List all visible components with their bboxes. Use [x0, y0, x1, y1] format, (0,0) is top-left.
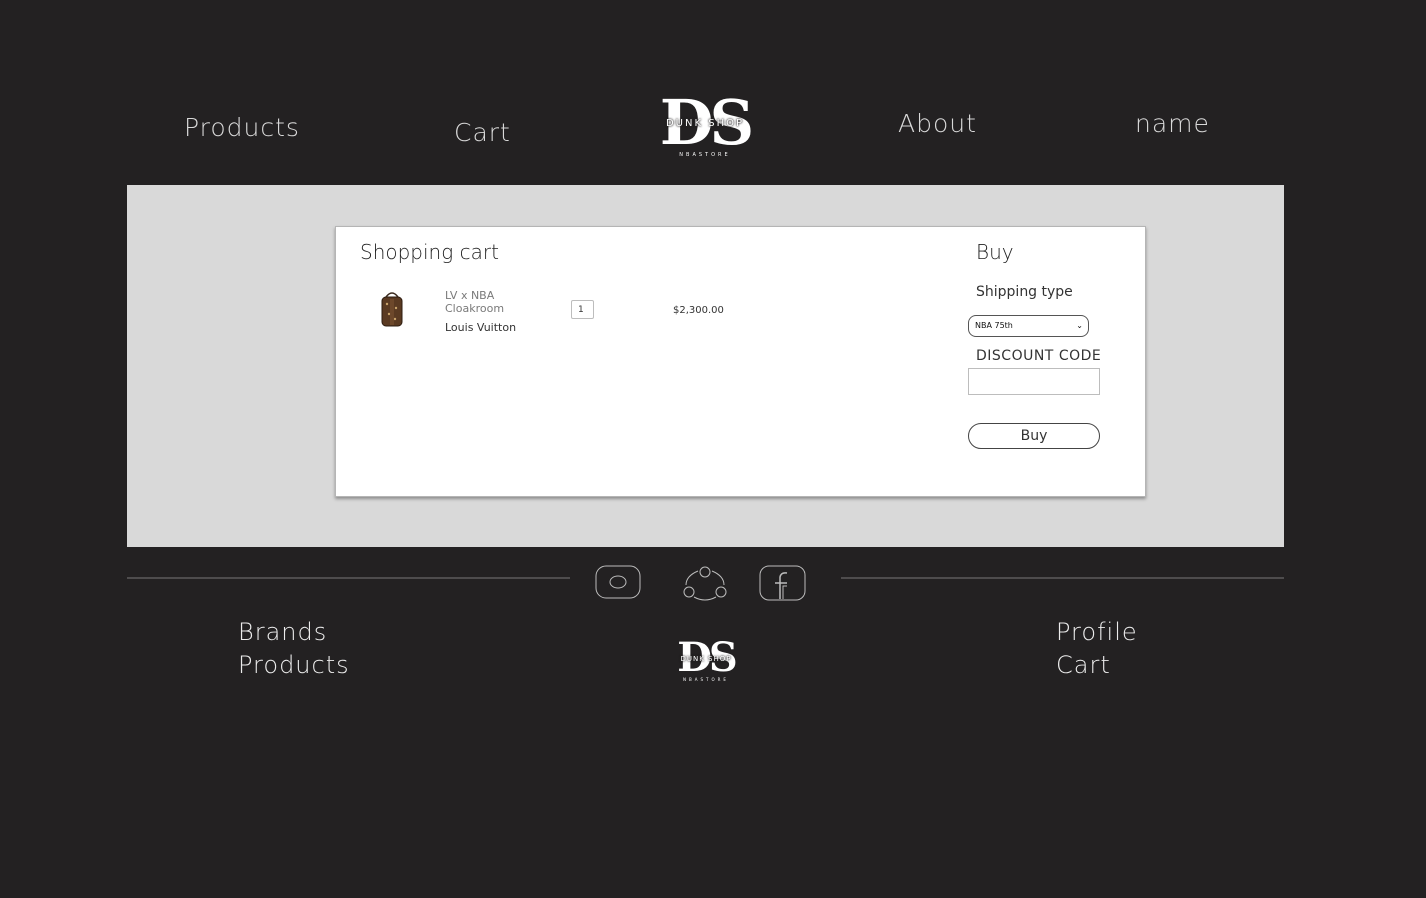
footer-profile-link[interactable]: Profile: [1056, 618, 1138, 646]
footer-logo[interactable]: DS DUNK SHOP NBASTORE: [672, 638, 740, 686]
nav-user-link[interactable]: name: [1135, 109, 1210, 138]
product-price: $2,300.00: [673, 305, 724, 316]
footer-logo-name: DUNK SHOP: [680, 655, 732, 663]
logo-name: DUNK SHOP: [665, 118, 744, 129]
instagram-icon[interactable]: [595, 565, 641, 599]
footer-brands-link[interactable]: Brands: [238, 618, 327, 646]
community-icon[interactable]: [681, 564, 729, 602]
footer-products-link[interactable]: Products: [238, 651, 350, 679]
footer-cart-link[interactable]: Cart: [1056, 651, 1111, 679]
buy-title: Buy: [976, 240, 1014, 264]
cart-title: Shopping cart: [360, 240, 499, 264]
footer-divider-right: [841, 577, 1284, 579]
nav-cart-link[interactable]: Cart: [454, 118, 511, 147]
product-name[interactable]: LV x NBA Cloakroom: [445, 289, 535, 315]
product-brand: Louis Vuitton: [445, 321, 517, 334]
buy-button[interactable]: Buy: [968, 423, 1100, 449]
facebook-icon[interactable]: [759, 565, 806, 601]
nav-products-link[interactable]: Products: [184, 113, 300, 142]
shipping-type-select[interactable]: NBA 75th ⌄: [968, 315, 1089, 337]
footer-divider-left: [127, 577, 570, 579]
shipping-type-label: Shipping type: [976, 284, 1073, 300]
cart-card: Shopping cart LV x NBA Cloakroom Louis V…: [335, 226, 1146, 497]
product-thumbnail[interactable]: [380, 289, 404, 327]
shipping-type-value: NBA 75th: [975, 321, 1013, 330]
discount-code-input[interactable]: [968, 368, 1100, 395]
chevron-down-icon: ⌄: [1076, 321, 1083, 330]
main-panel: Shopping cart LV x NBA Cloakroom Louis V…: [127, 185, 1284, 547]
header-logo[interactable]: DS DUNK SHOP NBASTORE: [654, 92, 756, 160]
quantity-input[interactable]: 1: [571, 300, 594, 319]
discount-code-label: DISCOUNT CODE: [976, 348, 1102, 364]
nav-about-link[interactable]: About: [898, 109, 977, 138]
